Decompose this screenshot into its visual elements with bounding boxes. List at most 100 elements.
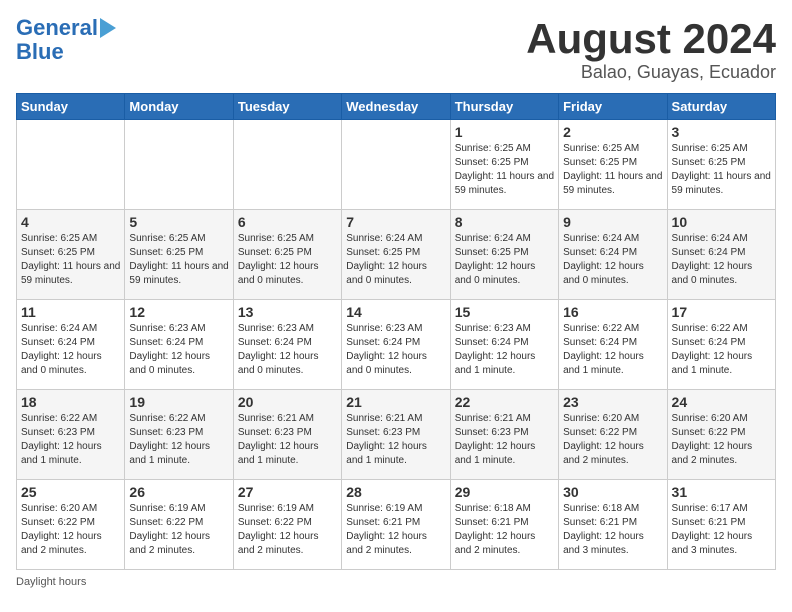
day-info: Sunrise: 6:25 AM Sunset: 6:25 PM Dayligh… <box>672 142 771 198</box>
week-row-4: 18 Sunrise: 6:22 AM Sunset: 6:23 PM Dayli… <box>17 390 776 480</box>
day-info: Sunrise: 6:24 AM Sunset: 6:24 PM Dayligh… <box>563 232 662 288</box>
day-number: 15 <box>455 304 554 320</box>
logo-arrow-icon <box>100 18 116 38</box>
header-day-tuesday: Tuesday <box>233 94 341 120</box>
day-info: Sunrise: 6:18 AM Sunset: 6:21 PM Dayligh… <box>455 502 554 558</box>
day-info: Sunrise: 6:19 AM Sunset: 6:22 PM Dayligh… <box>238 502 337 558</box>
header-day-wednesday: Wednesday <box>342 94 450 120</box>
calendar-cell: 2Sunrise: 6:25 AM Sunset: 6:25 PM Daylig… <box>559 120 667 210</box>
calendar-cell: 21 Sunrise: 6:21 AM Sunset: 6:23 PM Dayli… <box>342 390 450 480</box>
header-day-sunday: Sunday <box>17 94 125 120</box>
header-day-thursday: Thursday <box>450 94 558 120</box>
day-number: 21 <box>346 394 445 410</box>
header: General Blue August 2024 Balao, Guayas, … <box>16 16 776 83</box>
calendar-cell: 30 Sunrise: 6:18 AM Sunset: 6:21 PM Dayli… <box>559 480 667 570</box>
day-number: 29 <box>455 484 554 500</box>
day-info: Sunrise: 6:20 AM Sunset: 6:22 PM Dayligh… <box>563 412 662 468</box>
day-info: Sunrise: 6:21 AM Sunset: 6:23 PM Dayligh… <box>238 412 337 468</box>
week-row-1: 1Sunrise: 6:25 AM Sunset: 6:25 PM Daylig… <box>17 120 776 210</box>
day-number: 4 <box>21 214 120 230</box>
calendar-cell: 18 Sunrise: 6:22 AM Sunset: 6:23 PM Dayli… <box>17 390 125 480</box>
footer-note: Daylight hours <box>16 576 776 588</box>
day-number: 27 <box>238 484 337 500</box>
day-info: Sunrise: 6:25 AM Sunset: 6:25 PM Dayligh… <box>238 232 337 288</box>
calendar-cell: 11 Sunrise: 6:24 AM Sunset: 6:24 PM Dayli… <box>17 300 125 390</box>
day-info: Sunrise: 6:25 AM Sunset: 6:25 PM Dayligh… <box>455 142 554 198</box>
day-info: Sunrise: 6:22 AM Sunset: 6:24 PM Dayligh… <box>563 322 662 378</box>
day-info: Sunrise: 6:24 AM Sunset: 6:24 PM Dayligh… <box>21 322 120 378</box>
calendar-cell: 3 Sunrise: 6:25 AM Sunset: 6:25 PM Daylig… <box>667 120 775 210</box>
day-info: Sunrise: 6:21 AM Sunset: 6:23 PM Dayligh… <box>346 412 445 468</box>
calendar-cell: 27 Sunrise: 6:19 AM Sunset: 6:22 PM Dayli… <box>233 480 341 570</box>
day-number: 22 <box>455 394 554 410</box>
calendar-header-row: SundayMondayTuesdayWednesdayThursdayFrid… <box>17 94 776 120</box>
week-row-2: 4 Sunrise: 6:25 AM Sunset: 6:25 PM Daylig… <box>17 210 776 300</box>
day-info: Sunrise: 6:23 AM Sunset: 6:24 PM Dayligh… <box>129 322 228 378</box>
day-info: Sunrise: 6:17 AM Sunset: 6:21 PM Dayligh… <box>672 502 771 558</box>
day-info: Sunrise: 6:20 AM Sunset: 6:22 PM Dayligh… <box>672 412 771 468</box>
calendar-cell: 26 Sunrise: 6:19 AM Sunset: 6:22 PM Dayli… <box>125 480 233 570</box>
week-row-3: 11 Sunrise: 6:24 AM Sunset: 6:24 PM Dayli… <box>17 300 776 390</box>
location-title: Balao, Guayas, Ecuador <box>526 62 776 83</box>
calendar-cell <box>17 120 125 210</box>
day-info: Sunrise: 6:23 AM Sunset: 6:24 PM Dayligh… <box>238 322 337 378</box>
calendar-cell: 19Sunrise: 6:22 AM Sunset: 6:23 PM Dayli… <box>125 390 233 480</box>
calendar-cell: 10Sunrise: 6:24 AM Sunset: 6:24 PM Dayli… <box>667 210 775 300</box>
day-number: 17 <box>672 304 771 320</box>
calendar-cell: 9Sunrise: 6:24 AM Sunset: 6:24 PM Daylig… <box>559 210 667 300</box>
day-number: 3 <box>672 124 771 140</box>
header-day-saturday: Saturday <box>667 94 775 120</box>
day-number: 23 <box>563 394 662 410</box>
logo-text2: Blue <box>16 40 64 64</box>
day-info: Sunrise: 6:18 AM Sunset: 6:21 PM Dayligh… <box>563 502 662 558</box>
day-number: 14 <box>346 304 445 320</box>
day-info: Sunrise: 6:25 AM Sunset: 6:25 PM Dayligh… <box>21 232 120 288</box>
day-number: 6 <box>238 214 337 230</box>
week-row-5: 25 Sunrise: 6:20 AM Sunset: 6:22 PM Dayli… <box>17 480 776 570</box>
day-number: 7 <box>346 214 445 230</box>
day-info: Sunrise: 6:21 AM Sunset: 6:23 PM Dayligh… <box>455 412 554 468</box>
calendar-cell: 8Sunrise: 6:24 AM Sunset: 6:25 PM Daylig… <box>450 210 558 300</box>
day-number: 18 <box>21 394 120 410</box>
calendar-cell: 20Sunrise: 6:21 AM Sunset: 6:23 PM Dayli… <box>233 390 341 480</box>
day-info: Sunrise: 6:23 AM Sunset: 6:24 PM Dayligh… <box>346 322 445 378</box>
day-number: 16 <box>563 304 662 320</box>
calendar-cell <box>342 120 450 210</box>
calendar-cell: 17 Sunrise: 6:22 AM Sunset: 6:24 PM Dayli… <box>667 300 775 390</box>
calendar-cell: 22 Sunrise: 6:21 AM Sunset: 6:23 PM Dayli… <box>450 390 558 480</box>
day-info: Sunrise: 6:19 AM Sunset: 6:21 PM Dayligh… <box>346 502 445 558</box>
day-number: 28 <box>346 484 445 500</box>
calendar-cell: 24 Sunrise: 6:20 AM Sunset: 6:22 PM Dayli… <box>667 390 775 480</box>
calendar-cell: 6 Sunrise: 6:25 AM Sunset: 6:25 PM Daylig… <box>233 210 341 300</box>
day-number: 12 <box>129 304 228 320</box>
day-info: Sunrise: 6:22 AM Sunset: 6:24 PM Dayligh… <box>672 322 771 378</box>
day-number: 26 <box>129 484 228 500</box>
day-info: Sunrise: 6:20 AM Sunset: 6:22 PM Dayligh… <box>21 502 120 558</box>
day-number: 8 <box>455 214 554 230</box>
calendar-cell: 16 Sunrise: 6:22 AM Sunset: 6:24 PM Dayli… <box>559 300 667 390</box>
day-info: Sunrise: 6:22 AM Sunset: 6:23 PM Dayligh… <box>129 412 228 468</box>
day-number: 30 <box>563 484 662 500</box>
calendar-cell: 12 Sunrise: 6:23 AM Sunset: 6:24 PM Dayli… <box>125 300 233 390</box>
day-number: 25 <box>21 484 120 500</box>
day-number: 24 <box>672 394 771 410</box>
day-number: 5 <box>129 214 228 230</box>
calendar-cell: 1Sunrise: 6:25 AM Sunset: 6:25 PM Daylig… <box>450 120 558 210</box>
calendar-cell: 14 Sunrise: 6:23 AM Sunset: 6:24 PM Dayli… <box>342 300 450 390</box>
logo: General Blue <box>16 16 116 64</box>
day-number: 13 <box>238 304 337 320</box>
title-area: August 2024 Balao, Guayas, Ecuador <box>526 16 776 83</box>
header-day-friday: Friday <box>559 94 667 120</box>
calendar-cell <box>125 120 233 210</box>
day-info: Sunrise: 6:22 AM Sunset: 6:23 PM Dayligh… <box>21 412 120 468</box>
calendar-cell: 28 Sunrise: 6:19 AM Sunset: 6:21 PM Dayli… <box>342 480 450 570</box>
day-info: Sunrise: 6:19 AM Sunset: 6:22 PM Dayligh… <box>129 502 228 558</box>
calendar-cell <box>233 120 341 210</box>
day-number: 11 <box>21 304 120 320</box>
calendar-cell: 15Sunrise: 6:23 AM Sunset: 6:24 PM Dayli… <box>450 300 558 390</box>
calendar-cell: 31Sunrise: 6:17 AM Sunset: 6:21 PM Dayli… <box>667 480 775 570</box>
calendar-cell: 23 Sunrise: 6:20 AM Sunset: 6:22 PM Dayli… <box>559 390 667 480</box>
calendar-table: SundayMondayTuesdayWednesdayThursdayFrid… <box>16 93 776 570</box>
day-info: Sunrise: 6:25 AM Sunset: 6:25 PM Dayligh… <box>129 232 228 288</box>
calendar-cell: 7Sunrise: 6:24 AM Sunset: 6:25 PM Daylig… <box>342 210 450 300</box>
